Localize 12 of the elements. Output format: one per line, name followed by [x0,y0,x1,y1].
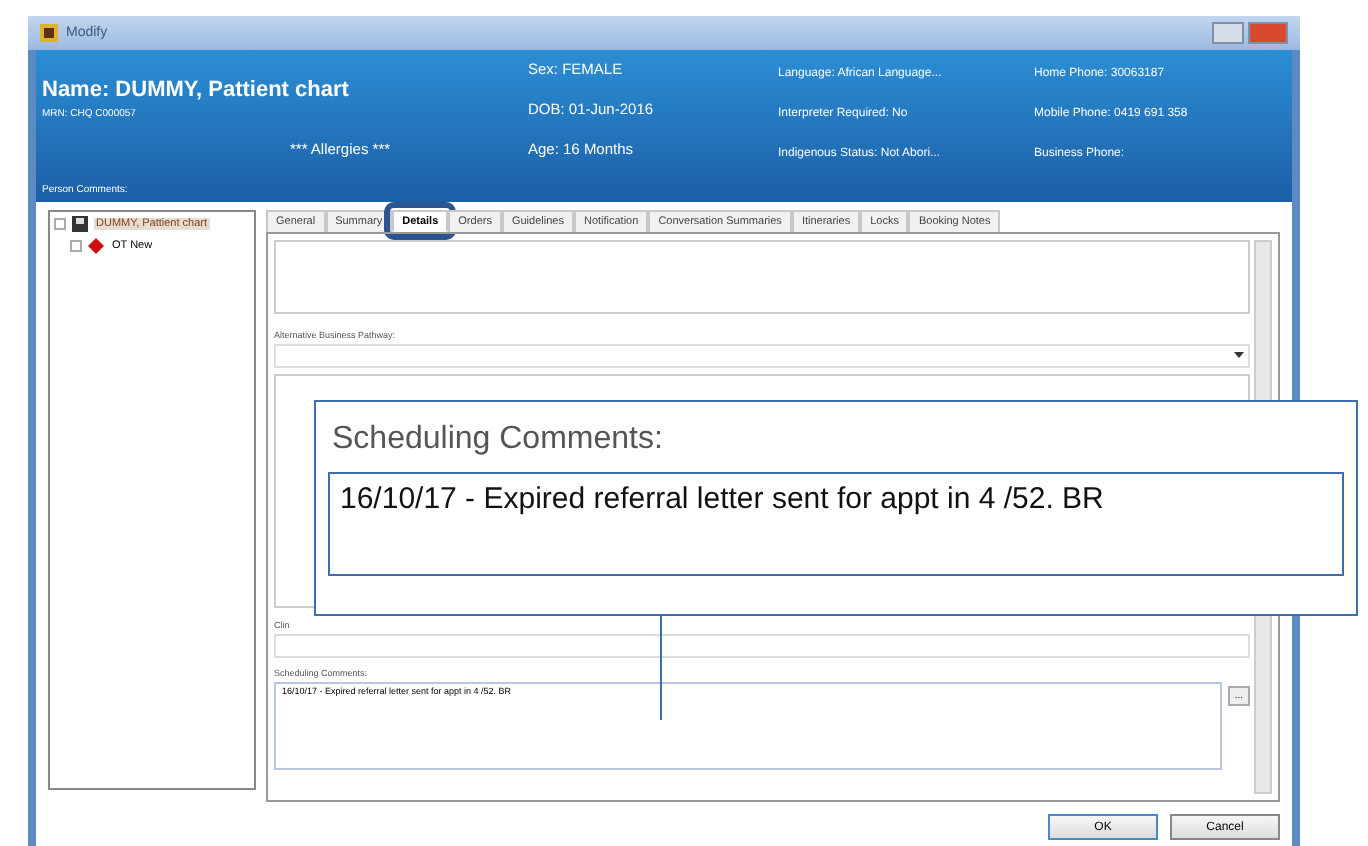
chart-icon [72,216,88,232]
dropdown-arrow-icon [1234,352,1244,358]
restore-button[interactable] [1212,22,1244,44]
diamond-icon [88,238,104,254]
close-button[interactable] [1248,22,1288,44]
callout-label: Scheduling Comments: [330,422,665,458]
input-field[interactable] [274,634,1250,658]
expand-icon[interactable] [70,240,82,252]
callout-text: 16/10/17 - Expired referral letter sent for appt in 4 /52. BR [340,482,1104,516]
patient-name: Name: DUMMY, Pattient chart [42,78,351,102]
app-icon [40,24,58,42]
collapse-icon[interactable] [54,218,66,230]
